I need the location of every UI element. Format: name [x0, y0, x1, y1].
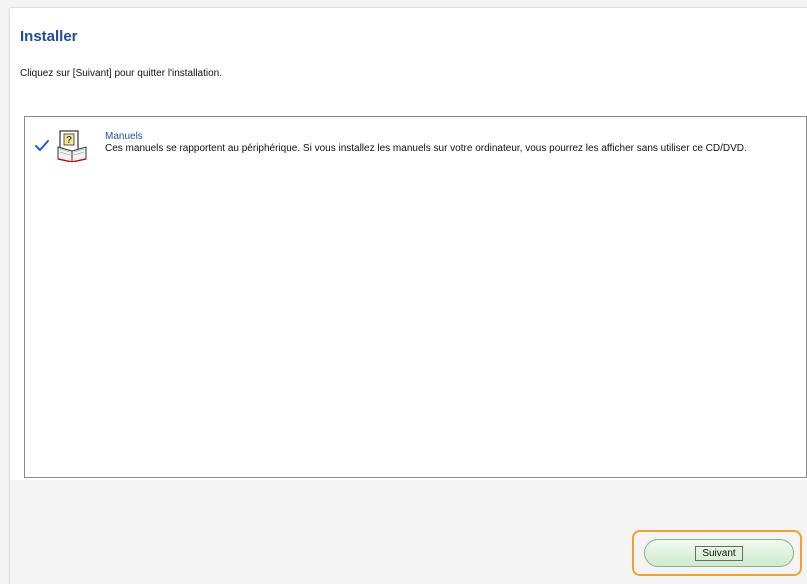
list-item-manuals[interactable]: ? Manuels Ces manuels se rapportent au p…: [25, 117, 806, 177]
checkmark-icon: [35, 140, 49, 151]
item-description: Ces manuels se rapportent au périphériqu…: [105, 143, 747, 154]
next-button[interactable]: Suivant: [644, 539, 794, 567]
item-title: Manuels: [105, 131, 143, 142]
manual-book-icon: ?: [57, 130, 87, 162]
next-button-highlight: Suivant: [632, 530, 802, 576]
svg-text:?: ?: [66, 135, 72, 146]
footer-bar: Suivant: [10, 480, 807, 584]
component-list: ? Manuels Ces manuels se rapportent au p…: [24, 116, 807, 478]
next-button-label: Suivant: [695, 545, 743, 561]
installer-window: Installer Cliquez sur [Suivant] pour qui…: [10, 8, 807, 584]
instruction-text: Cliquez sur [Suivant] pour quitter l'ins…: [20, 68, 223, 79]
page-title: Installer: [20, 28, 78, 45]
